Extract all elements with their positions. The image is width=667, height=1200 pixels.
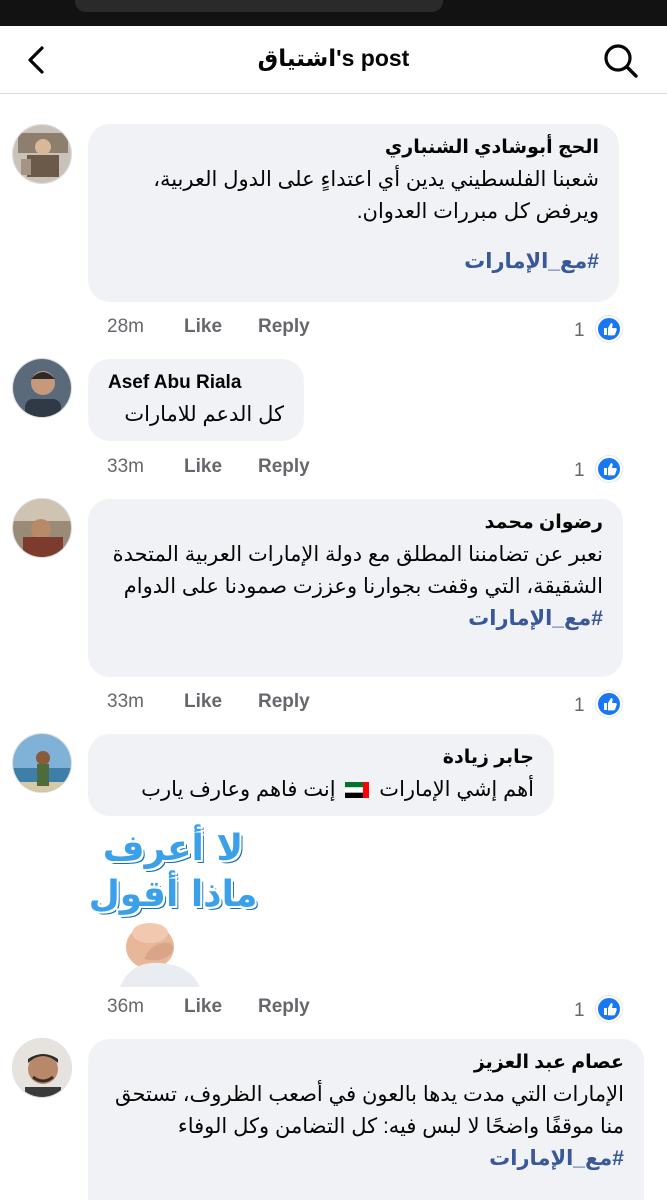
reaction-count: 1 [574,320,585,341]
comment-time: 36m [107,996,144,1017]
post-header: اشتياق's post [0,26,667,94]
reaction-count: 1 [574,695,585,716]
thumbs-up-icon [596,996,622,1022]
search-icon [604,44,638,78]
avatar[interactable] [12,124,72,184]
reply-button[interactable]: Reply [258,996,310,1018]
reaction-summary[interactable]: 1 [574,996,624,1024]
avatar[interactable] [12,733,72,793]
comment-text: كل الدعم للامارات [124,403,284,426]
sticker-text-line1: لا أعرف [102,828,244,869]
status-pill [75,0,443,12]
comment-bubble[interactable]: Asef Abu Riala كل الدعم للامارات [88,359,304,441]
hashtag-link[interactable]: #مع_الإمارات [108,603,603,635]
reaction-summary[interactable]: 1 [574,316,624,344]
reply-button[interactable]: Reply [258,316,310,338]
comment-author[interactable]: جابر زيادة [108,746,534,770]
avatar[interactable] [12,1038,72,1098]
comment-text: أهم إشي الإمارات إنت فاهم وعارف يارب [108,774,534,806]
reply-button[interactable]: Reply [258,691,310,713]
avatar[interactable] [12,498,72,558]
back-button[interactable] [18,40,54,80]
sticker-image[interactable]: لا أعرف ماذا أقول [88,827,258,987]
like-button[interactable]: Like [184,316,222,338]
hashtag-link[interactable]: #مع_الإمارات [108,246,599,278]
comment-bubble[interactable]: رضوان محمد نعبر عن تضامننا المطلق مع دول… [88,499,623,677]
reaction-count: 1 [574,1000,585,1021]
thumbs-up-icon [596,456,622,482]
uae-flag-icon [345,782,370,798]
reaction-summary[interactable]: 1 [574,456,624,484]
comment-text-part: إنت فاهم وعارف يارب [141,778,336,801]
comment-author[interactable]: Asef Abu Riala [108,371,284,395]
chevron-left-icon [28,46,44,74]
comment-author[interactable]: رضوان محمد [108,511,603,535]
thumbs-up-icon [596,691,622,717]
reply-button[interactable]: Reply [258,456,310,478]
status-bar [0,0,667,26]
comment-bubble[interactable]: الحج أبوشادي الشنباري شعبنا الفلسطيني يد… [88,124,619,302]
comment-text: الإمارات التي مدت يدها بالعون في أصعب ال… [114,1083,624,1138]
like-button[interactable]: Like [184,456,222,478]
reaction-summary[interactable]: 1 [574,691,624,719]
hashtag-link[interactable]: #مع_الإمارات [108,1143,624,1175]
page-title: اشتياق's post [257,45,410,71]
comment-time: 33m [107,691,144,712]
facepalm-character-icon [120,923,200,987]
avatar[interactable] [12,358,72,418]
search-button[interactable] [600,40,640,80]
comment-author[interactable]: عصام عبد العزيز [108,1051,624,1075]
like-button[interactable]: Like [184,996,222,1018]
like-button[interactable]: Like [184,691,222,713]
reaction-count: 1 [574,460,585,481]
comment-time: 33m [107,456,144,477]
comment-text-part: أهم إشي الإمارات [379,778,534,801]
comment-text: نعبر عن تضامننا المطلق مع دولة الإمارات … [112,543,603,598]
comment-bubble[interactable]: جابر زيادة أهم إشي الإمارات إنت فاهم وعا… [88,734,554,816]
thumbs-up-icon [596,316,622,342]
comment-author[interactable]: الحج أبوشادي الشنباري [108,136,599,160]
comment-time: 28m [107,316,144,337]
comment-bubble[interactable]: عصام عبد العزيز الإمارات التي مدت يدها ب… [88,1039,644,1200]
comment-text: شعبنا الفلسطيني يدين أي اعتداءٍ على الدو… [153,168,599,223]
